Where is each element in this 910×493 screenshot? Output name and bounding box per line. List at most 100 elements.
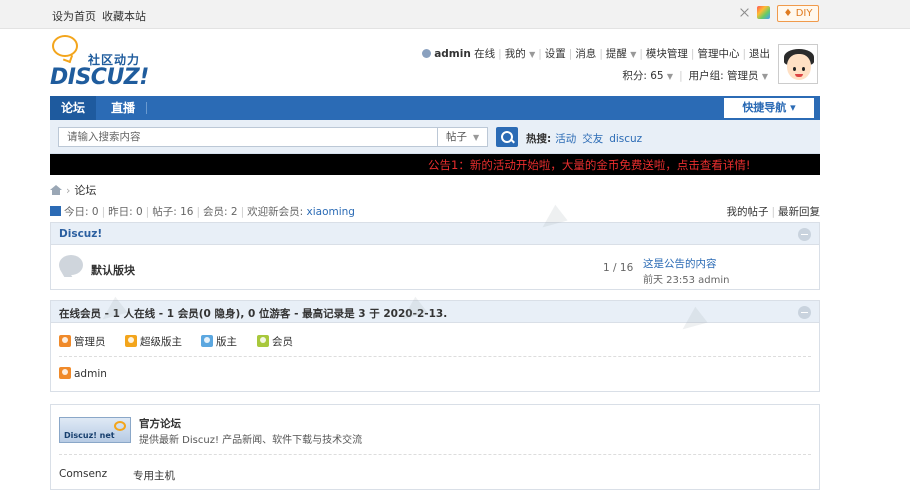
hot-word-link[interactable]: discuz bbox=[609, 133, 642, 145]
menu-module-manage[interactable]: 模块管理 bbox=[646, 48, 688, 60]
menu-settings[interactable]: 设置 bbox=[545, 48, 566, 60]
breadcrumb-separator: › bbox=[66, 184, 71, 197]
user-group-icon bbox=[59, 335, 71, 347]
menu-admin-center[interactable]: 管理中心 bbox=[697, 48, 739, 60]
hot-word-link[interactable]: 交友 bbox=[582, 133, 603, 145]
logo-bubble-icon bbox=[114, 421, 126, 431]
legend-item: 版主 bbox=[201, 334, 237, 349]
legend-item: 会员 bbox=[257, 334, 293, 349]
stat-posts: 帖子: 16 bbox=[152, 206, 194, 218]
search-button[interactable] bbox=[496, 127, 518, 147]
my-posts-link[interactable]: 我的帖子 bbox=[726, 206, 768, 218]
user-status: 在线 bbox=[474, 48, 496, 60]
home-icon[interactable] bbox=[50, 185, 62, 195]
text-links-row: Comsenz 专用主机 bbox=[59, 455, 811, 491]
hot-search-label: 热搜: bbox=[526, 133, 552, 145]
user-icon bbox=[422, 49, 432, 58]
diy-button[interactable]: ♦ DIY bbox=[777, 5, 819, 22]
user-group-icon bbox=[125, 335, 137, 347]
latest-reply-link[interactable]: 最新回复 bbox=[778, 206, 820, 218]
user-group-icon bbox=[257, 335, 269, 347]
user-group-icon bbox=[59, 367, 71, 379]
main-nav: 论坛 直播 快捷导航 ▾ bbox=[50, 96, 820, 120]
forum-stats: 今日: 0 | 昨日: 0 | 帖子: 16 | 会员: 2 | 欢迎新会员: xiaoming bbox=[50, 204, 355, 219]
username-link[interactable]: admin bbox=[434, 48, 471, 60]
friend-links-box: Discuz! net 官方论坛 提供最新 Discuz! 产品新闻、软件下载与… bbox=[50, 404, 820, 490]
user-info-bar: 积分: 65 ▼ | 用户组: 管理员 ▼ bbox=[622, 70, 768, 82]
chevron-down-icon: ▼ bbox=[761, 72, 768, 81]
menu-notices[interactable]: 提醒 bbox=[606, 48, 627, 60]
menu-my[interactable]: 我的 bbox=[505, 48, 526, 60]
chevron-down-icon: ▼ bbox=[630, 50, 637, 59]
category-header: Discuz! bbox=[51, 223, 819, 245]
search-input[interactable]: 请输入搜索内容 bbox=[58, 127, 438, 147]
text-link[interactable]: Comsenz bbox=[59, 468, 107, 480]
search-bar: 请输入搜索内容 帖子 ▼ 热搜: 活动 交友 discuz bbox=[50, 120, 820, 154]
forum-name[interactable]: 默认版块 bbox=[91, 262, 135, 278]
new-member-link[interactable]: xiaoming bbox=[307, 206, 355, 218]
online-box: 在线会员 - 1 人在线 - 1 会员(0 隐身), 0 位游客 - 最高记录是… bbox=[50, 300, 820, 392]
bookmark-link[interactable]: 收藏本站 bbox=[102, 10, 146, 23]
welcome-text: 欢迎新会员: bbox=[247, 206, 304, 218]
menu-messages[interactable]: 消息 bbox=[575, 48, 596, 60]
collapse-icon[interactable] bbox=[798, 228, 811, 241]
legend-label: 超级版主 bbox=[140, 336, 182, 348]
hot-word-link[interactable]: 活动 bbox=[555, 133, 576, 145]
top-strip: 设为首页 收藏本站 ♦ DIY bbox=[0, 0, 910, 29]
chevron-down-icon: ▼ bbox=[666, 72, 674, 81]
stat-members: 会员: 2 bbox=[203, 206, 238, 218]
discuz-net-logo[interactable]: Discuz! net bbox=[59, 417, 131, 443]
category-title[interactable]: Discuz! bbox=[59, 228, 102, 240]
last-post-title[interactable]: 这是公告的内容 bbox=[643, 256, 717, 271]
discuz-net-logo-text: Discuz! net bbox=[64, 431, 115, 440]
breadcrumb: › 论坛 bbox=[50, 182, 96, 198]
tab-forum[interactable]: 论坛 bbox=[50, 96, 96, 120]
top-right-icons bbox=[738, 6, 770, 19]
nav-divider bbox=[146, 102, 147, 114]
logo-bubble-tail bbox=[62, 52, 74, 64]
credits-link[interactable]: 积分: 65 bbox=[622, 70, 663, 82]
set-home-link[interactable]: 设为首页 bbox=[52, 10, 96, 23]
chart-icon bbox=[50, 206, 61, 216]
chevron-down-icon: ▼ bbox=[529, 50, 536, 59]
link-row: Discuz! net 官方论坛 提供最新 Discuz! 产品新闻、软件下载与… bbox=[59, 405, 811, 455]
user-menu-bar: admin 在线 | 我的 ▼ | 设置 | 消息 | 提醒 ▼ | 模块管理 | 管理中心 | 退出 bbox=[422, 46, 770, 61]
stat-today: 今日: 0 bbox=[64, 206, 99, 218]
user-group-icon bbox=[201, 335, 213, 347]
search-type-label: 帖子 bbox=[446, 131, 467, 143]
legend-label: 会员 bbox=[272, 336, 293, 348]
top-left-links: 设为首页 收藏本站 bbox=[52, 8, 152, 24]
color-scheme-icon[interactable] bbox=[757, 6, 770, 19]
stat-yesterday: 昨日: 0 bbox=[108, 206, 143, 218]
site-logo[interactable]: 社区动力 DISCUZ! bbox=[50, 35, 160, 90]
post-links: 我的帖子 | 最新回复 bbox=[726, 206, 820, 218]
legend-label: 版主 bbox=[216, 336, 237, 348]
diy-label: DIY bbox=[795, 8, 813, 19]
announcement-text[interactable]: 公告1：新的活动开始啦，大量的金币免费送啦，点击查看详情! bbox=[428, 157, 750, 173]
link-title[interactable]: 官方论坛 bbox=[139, 416, 181, 431]
text-link[interactable]: 专用主机 bbox=[133, 468, 175, 483]
online-users: admin bbox=[51, 357, 819, 391]
last-post-meta: 前天 23:53 admin bbox=[643, 275, 730, 286]
avatar[interactable] bbox=[778, 44, 818, 84]
quick-nav-button[interactable]: 快捷导航 ▾ bbox=[724, 98, 814, 118]
breadcrumb-current[interactable]: 论坛 bbox=[74, 184, 96, 197]
category-box: Discuz! 默认版块 1 / 16 这是公告的内容 前天 23:53 adm… bbox=[50, 222, 820, 290]
search-type-select[interactable]: 帖子 ▼ bbox=[438, 127, 488, 147]
forum-count: 1 / 16 bbox=[603, 262, 634, 274]
tab-live[interactable]: 直播 bbox=[100, 96, 146, 120]
collapse-icon[interactable] bbox=[798, 306, 811, 319]
hot-search: 热搜: 活动 交友 discuz bbox=[526, 131, 648, 146]
online-user[interactable]: admin bbox=[59, 367, 107, 380]
online-user-name: admin bbox=[74, 368, 107, 380]
logo-en-text: DISCUZ! bbox=[50, 65, 149, 90]
expand-icon[interactable] bbox=[738, 6, 751, 19]
quick-nav-label: 快捷导航 bbox=[742, 101, 787, 114]
legend-item: 超级版主 bbox=[125, 334, 182, 349]
legend-label: 管理员 bbox=[74, 336, 106, 348]
legend-item: 管理员 bbox=[59, 334, 106, 349]
forum-icon bbox=[59, 255, 83, 275]
forum-row: 默认版块 1 / 16 这是公告的内容 前天 23:53 admin bbox=[51, 245, 819, 289]
user-group-link[interactable]: 用户组: 管理员 bbox=[689, 70, 759, 82]
menu-logout[interactable]: 退出 bbox=[749, 48, 770, 60]
